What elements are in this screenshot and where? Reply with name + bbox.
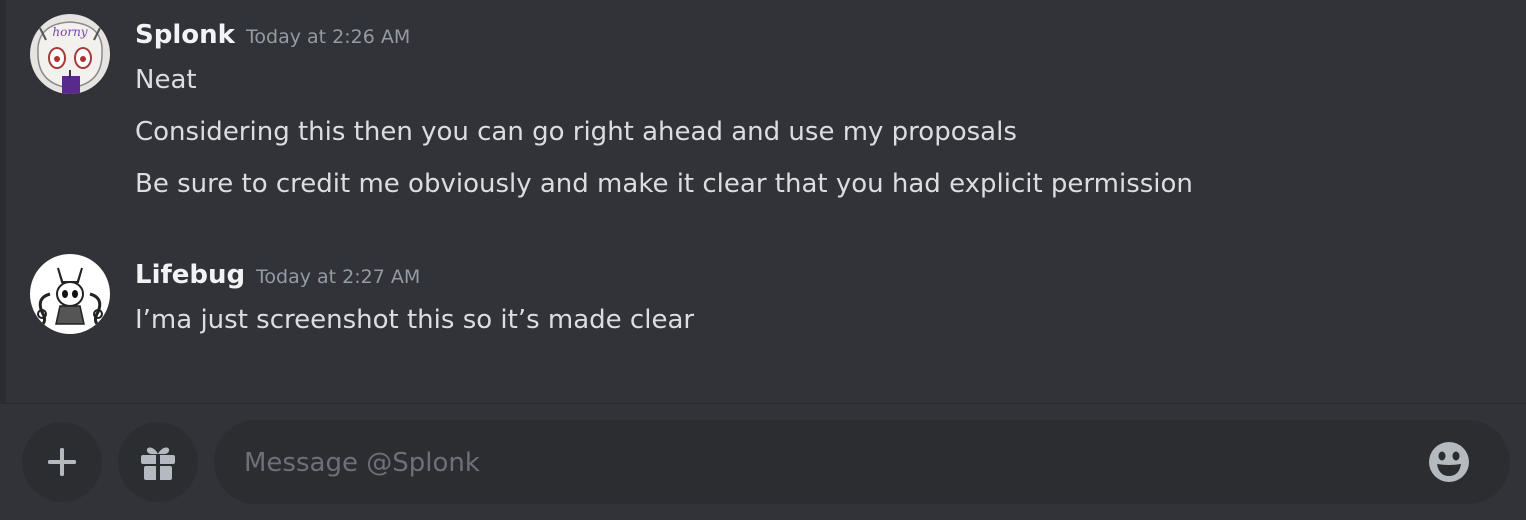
message-list[interactable]: horny Splonk Today at 2:26 AM Neat Consi… xyxy=(0,0,1526,404)
username[interactable]: Lifebug xyxy=(135,260,245,290)
message-timestamp[interactable]: Today at 2:26 AM xyxy=(246,22,410,52)
message-timestamp[interactable]: Today at 2:27 AM xyxy=(256,262,420,292)
avatar-drawing: horny xyxy=(30,14,110,94)
username[interactable]: Splonk xyxy=(135,20,235,50)
gift-icon xyxy=(141,447,175,480)
message-line: I’ma just screenshot this so it’s made c… xyxy=(135,305,695,335)
message-composer xyxy=(0,404,1526,520)
message-input[interactable] xyxy=(242,420,1426,506)
avatar-drawing xyxy=(30,254,110,334)
svg-text:horny: horny xyxy=(52,25,87,39)
message-line: Be sure to credit me obviously and make … xyxy=(135,169,1193,199)
message-line: Neat xyxy=(135,65,197,95)
avatar-splonk[interactable]: horny xyxy=(30,14,110,94)
message-line: Considering this then you can go right a… xyxy=(135,117,1017,147)
avatar-lifebug[interactable] xyxy=(30,254,110,334)
message-group: Lifebug Today at 2:27 AM I’ma just scree… xyxy=(0,240,1526,350)
plus-icon xyxy=(48,448,76,476)
attach-button[interactable] xyxy=(22,422,102,502)
emoji-button[interactable] xyxy=(1428,441,1470,483)
dm-chat-window: horny Splonk Today at 2:26 AM Neat Consi… xyxy=(0,0,1526,520)
message-group: horny Splonk Today at 2:26 AM Neat Consi… xyxy=(0,0,1526,230)
emoji-icon xyxy=(1429,442,1469,482)
message-input-container[interactable] xyxy=(214,420,1510,506)
gift-button[interactable] xyxy=(118,422,198,502)
